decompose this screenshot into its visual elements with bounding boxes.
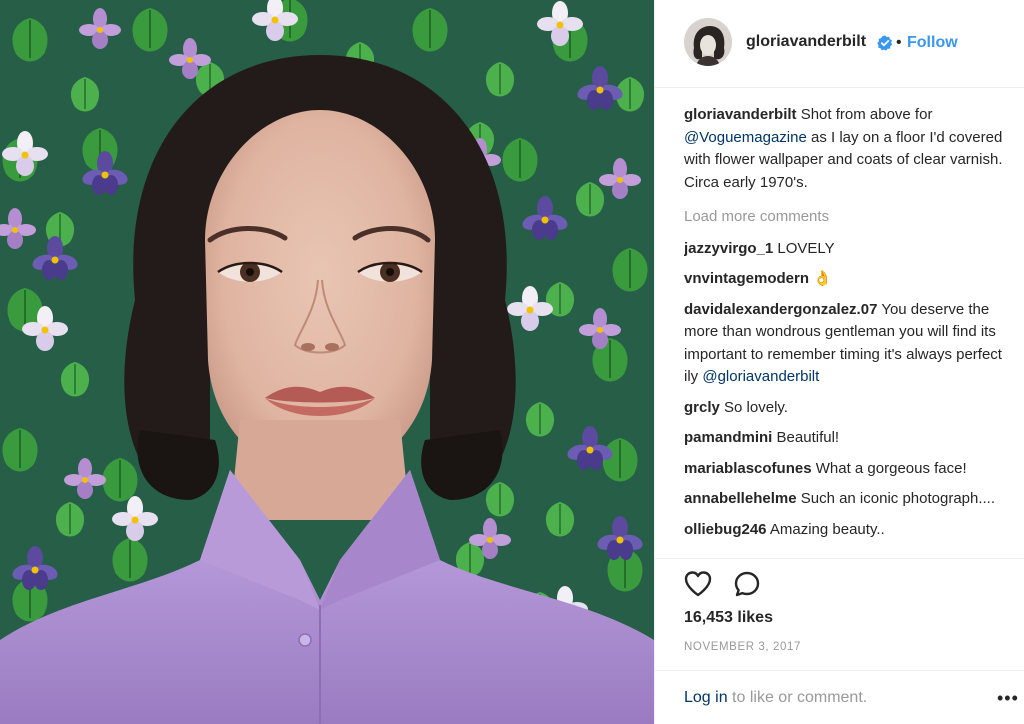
comment-username[interactable]: pamandmini [684, 429, 772, 446]
follow-button[interactable]: Follow [907, 34, 958, 52]
comment-mention[interactable]: @gloriavanderbilt [702, 368, 819, 385]
comment-username[interactable]: olliebug246 [684, 521, 767, 538]
comment: pamandmini Beautiful! [684, 427, 1018, 450]
avatar-image [684, 18, 732, 66]
comment-icon[interactable] [733, 570, 761, 598]
caption-username[interactable]: gloriavanderbilt [684, 106, 797, 123]
caption-text: Shot from above for [800, 106, 933, 123]
comment-text: Amazing beauty.. [769, 520, 885, 538]
comment: vnvintagemodern 👌 [684, 268, 1018, 291]
ok-hand-emoji: 👌 [813, 270, 832, 287]
caption-mention[interactable]: @Voguemagazine [684, 129, 807, 146]
comment-username[interactable]: vnvintagemodern [684, 270, 809, 287]
comment-text: So lovely. [724, 398, 788, 416]
comment-text: Such an iconic photograph.... [800, 490, 996, 507]
post-side-panel: gloriavanderbilt • Follow gloriavanderbi… [654, 0, 1024, 724]
comment-username[interactable]: jazzyvirgo_1 [684, 240, 773, 257]
comment: jazzyvirgo_1 LOVELY [684, 238, 1018, 261]
avatar[interactable] [684, 18, 732, 66]
separator-dot: • [896, 34, 902, 51]
login-link[interactable]: Log in [684, 689, 728, 706]
comment: annabellehelme Such an iconic photograph… [684, 488, 1018, 511]
comment-username[interactable]: annabellehelme [684, 490, 797, 507]
more-options-icon[interactable]: ••• [997, 688, 1019, 709]
post-username[interactable]: gloriavanderbilt [746, 33, 866, 51]
post-date: NOVEMBER 3, 2017 [684, 641, 801, 653]
comment-username[interactable]: davidalexandergonzalez.07 [684, 301, 877, 318]
like-count[interactable]: 16,453 likes [684, 609, 773, 627]
login-footer: Log in to like or comment. ••• [655, 670, 1024, 724]
comment: grcly So lovely. [684, 397, 1018, 420]
login-prompt: Log in to like or comment. [684, 689, 867, 707]
comments-list: gloriavanderbilt Shot from above for @Vo… [684, 104, 1018, 554]
comment-text: Beautiful! [776, 429, 840, 446]
comment: olliebug246 Amazing beauty.. [684, 519, 1018, 542]
post-header: gloriavanderbilt • Follow [655, 0, 1024, 88]
verified-badge-icon [877, 35, 893, 51]
comment: mariablascofunes What a gorgeous face! [684, 458, 1018, 481]
login-text: to like or comment. [732, 689, 868, 706]
post-caption: gloriavanderbilt Shot from above for @Vo… [684, 104, 1018, 194]
comment-text: LOVELY [777, 239, 835, 257]
load-more-comments[interactable]: Load more comments [684, 206, 1018, 229]
comment: davidalexandergonzalez.07 You deserve th… [684, 299, 1018, 389]
heart-icon[interactable] [683, 570, 713, 598]
post-photo[interactable] [0, 0, 654, 724]
post-actions: 16,453 likes NOVEMBER 3, 2017 [655, 558, 1024, 678]
comment-username[interactable]: grcly [684, 399, 720, 416]
comment-username[interactable]: mariablascofunes [684, 460, 812, 477]
comment-text: What a gorgeous face! [815, 459, 967, 477]
portrait-image [0, 0, 654, 724]
